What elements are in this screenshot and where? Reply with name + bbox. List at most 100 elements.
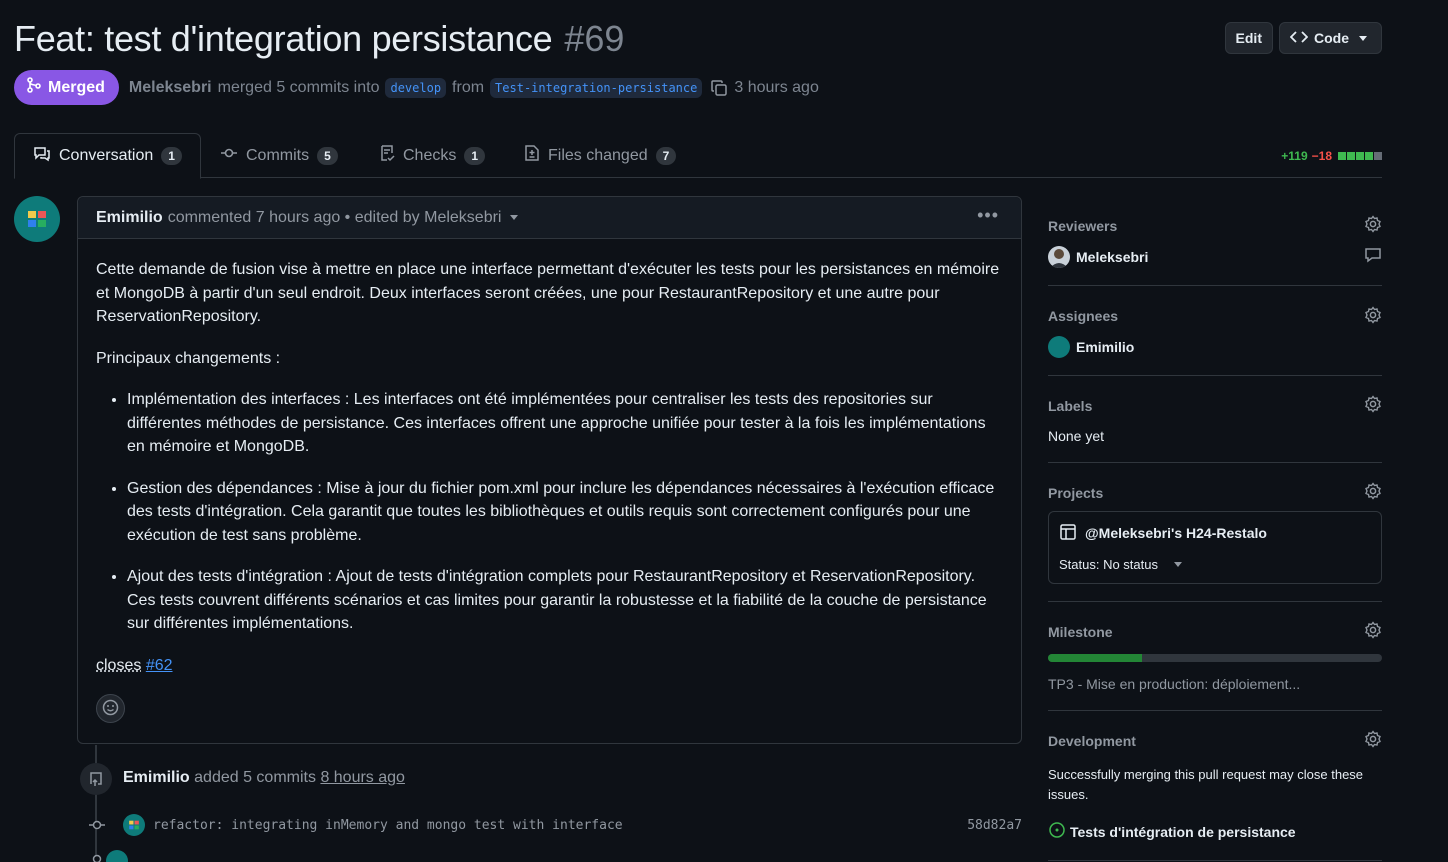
assignee-name: Emimilio bbox=[1076, 339, 1135, 355]
commit-sha[interactable]: 58d82a7 bbox=[967, 818, 1022, 833]
add-reaction-button[interactable] bbox=[96, 694, 125, 723]
development-title[interactable]: Development bbox=[1048, 711, 1382, 749]
timeline-event: Emimilio added 5 commits 8 hours ago bbox=[123, 769, 405, 787]
timeline-time[interactable]: 8 hours ago bbox=[320, 769, 405, 786]
timeline-author[interactable]: Emimilio bbox=[123, 769, 190, 786]
merge-icon bbox=[26, 77, 42, 98]
code-button-label: Code bbox=[1314, 30, 1349, 46]
milestone-progress-fill bbox=[1048, 654, 1142, 662]
project-status-label: Status: No status bbox=[1059, 557, 1158, 572]
head-branch[interactable]: Test-integration-persistance bbox=[490, 77, 703, 98]
sidebar: Reviewers Meleksebri Assignees Emimilio … bbox=[1048, 206, 1382, 861]
changes-heading: Principaux changements : bbox=[96, 349, 281, 367]
tab-files-changed[interactable]: Files changed 7 bbox=[506, 133, 694, 178]
reviewers-title[interactable]: Reviewers bbox=[1048, 206, 1382, 234]
merge-time: 3 hours ago bbox=[734, 78, 819, 96]
labels-section: Labels None yet bbox=[1048, 376, 1382, 463]
pr-title-row: Feat: test d'integration persistance #69 bbox=[14, 18, 624, 60]
closes-line: closes #62 bbox=[96, 654, 1003, 678]
more-options-icon[interactable]: ••• bbox=[977, 205, 999, 226]
issue-link[interactable]: #62 bbox=[146, 657, 173, 674]
project-card[interactable]: @Meleksebri's H24-Restalo Status: No sta… bbox=[1048, 511, 1382, 584]
milestone-progress-bar bbox=[1048, 654, 1382, 662]
reviewer[interactable]: Meleksebri bbox=[1048, 246, 1148, 268]
list-item: Implémentation des interfaces : Les inte… bbox=[127, 388, 1003, 459]
copy-icon[interactable] bbox=[710, 79, 728, 97]
milestone-title[interactable]: Milestone bbox=[1048, 602, 1382, 640]
table-icon bbox=[1059, 523, 1077, 544]
assignee[interactable]: Emimilio bbox=[1048, 336, 1134, 358]
comment-discussion-icon bbox=[33, 146, 51, 167]
deletions-count: −18 bbox=[1311, 149, 1332, 163]
merger-link[interactable]: Meleksebri bbox=[129, 79, 212, 97]
projects-title[interactable]: Projects bbox=[1048, 463, 1382, 501]
code-icon bbox=[1289, 30, 1309, 47]
linked-issue[interactable]: Tests d'intégration de persistance bbox=[1048, 821, 1296, 842]
reviewer-name: Meleksebri bbox=[1076, 249, 1149, 265]
assignees-section: Assignees Emimilio bbox=[1048, 286, 1382, 376]
chevron-down-icon bbox=[1174, 562, 1182, 567]
tab-label: Files changed bbox=[548, 146, 648, 164]
chevron-down-icon[interactable] bbox=[510, 215, 519, 220]
commit-icon bbox=[88, 850, 106, 862]
comment-author[interactable]: Emimilio bbox=[96, 209, 163, 227]
commit-message[interactable]: refactor: integrating inMemory and mongo… bbox=[153, 818, 623, 833]
closes-label: closes bbox=[96, 656, 142, 674]
list-item: Ajout des tests d'intégration : Ajout de… bbox=[127, 565, 1003, 636]
comment-body: Cette demande de fusion vise à mettre en… bbox=[78, 239, 1021, 677]
gear-icon[interactable] bbox=[1364, 395, 1382, 416]
checklist-icon bbox=[379, 144, 395, 167]
changes-list: Implémentation des interfaces : Les inte… bbox=[96, 388, 1003, 636]
avatar[interactable] bbox=[106, 850, 128, 862]
status-label: Merged bbox=[48, 78, 105, 96]
gear-icon[interactable] bbox=[1364, 730, 1382, 751]
reviewers-section: Reviewers Meleksebri bbox=[1048, 206, 1382, 286]
avatar bbox=[1048, 246, 1070, 268]
pr-title: Feat: test d'integration persistance bbox=[14, 18, 553, 59]
comment-header: Emimilio commented 7 hours ago • edited … bbox=[78, 197, 1021, 239]
assignees-title[interactable]: Assignees bbox=[1048, 286, 1382, 324]
gear-icon[interactable] bbox=[1364, 482, 1382, 503]
pr-tabs: Conversation 1 Commits 5 Checks 1 Files … bbox=[14, 133, 1382, 179]
repo-push-icon bbox=[80, 763, 112, 795]
comment-meta[interactable]: commented 7 hours ago • edited by Meleks… bbox=[168, 209, 502, 227]
comment-icon[interactable] bbox=[1364, 246, 1382, 267]
from-text: from bbox=[452, 78, 485, 96]
tab-commits[interactable]: Commits 5 bbox=[202, 133, 356, 178]
chevron-down-icon bbox=[1359, 35, 1367, 41]
tab-count: 1 bbox=[161, 147, 182, 165]
tab-conversation[interactable]: Conversation 1 bbox=[14, 133, 201, 179]
list-item: Gestion des dépendances : Mise à jour du… bbox=[127, 477, 1003, 548]
gear-icon[interactable] bbox=[1364, 306, 1382, 327]
edit-button[interactable]: Edit bbox=[1224, 22, 1273, 54]
labels-title[interactable]: Labels bbox=[1048, 376, 1382, 414]
tab-label: Commits bbox=[246, 146, 310, 164]
tab-label: Checks bbox=[403, 146, 457, 164]
tab-checks[interactable]: Checks 1 bbox=[361, 133, 503, 178]
avatar bbox=[1048, 336, 1070, 358]
header-actions: Edit Code bbox=[1224, 22, 1382, 54]
linked-issue-title: Tests d'intégration de persistance bbox=[1070, 823, 1296, 840]
avatar[interactable] bbox=[123, 814, 145, 836]
diffstat-bar bbox=[1338, 152, 1382, 160]
comment-intro: Cette demande de fusion vise à mettre en… bbox=[96, 261, 1000, 325]
avatar[interactable] bbox=[14, 196, 60, 242]
merge-text: merged 5 commits into bbox=[217, 78, 380, 96]
project-status[interactable]: Status: No status bbox=[1059, 557, 1182, 572]
pr-description-comment: Emimilio commented 7 hours ago • edited … bbox=[77, 196, 1022, 744]
tab-count: 7 bbox=[655, 146, 677, 165]
gear-icon[interactable] bbox=[1364, 621, 1382, 642]
commit-row bbox=[88, 850, 1022, 862]
project-name[interactable]: @Meleksebri's H24-Restalo bbox=[1085, 525, 1267, 541]
code-button[interactable]: Code bbox=[1279, 22, 1382, 54]
tab-count: 5 bbox=[317, 146, 338, 165]
labels-value: None yet bbox=[1048, 428, 1105, 444]
milestone-name[interactable]: TP3 - Mise en production: déploiement... bbox=[1048, 676, 1300, 692]
gear-icon[interactable] bbox=[1364, 215, 1382, 236]
diffstat: +119 −18 bbox=[1281, 149, 1382, 163]
base-branch[interactable]: develop bbox=[385, 77, 447, 98]
development-section: Development Successfully merging this pu… bbox=[1048, 711, 1382, 861]
smiley-icon bbox=[102, 699, 119, 719]
pr-meta: Merged Meleksebri merged 5 commits into … bbox=[14, 70, 819, 105]
projects-section: Projects @Meleksebri's H24-Restalo Statu… bbox=[1048, 463, 1382, 602]
